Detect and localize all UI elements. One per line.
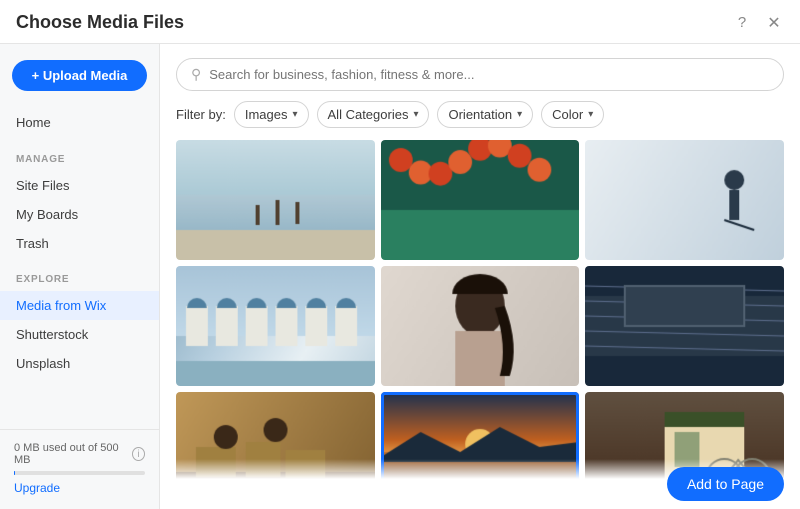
- storage-bar: [14, 471, 145, 475]
- search-bar-container: ⚲: [160, 44, 800, 101]
- filter-images-dropdown[interactable]: Images ▾: [234, 101, 309, 128]
- chevron-down-icon: ▾: [517, 109, 522, 120]
- upload-media-button[interactable]: + Upload Media: [12, 60, 147, 91]
- sidebar-explore-label: EXPLORE: [0, 258, 159, 291]
- image-grid: [160, 140, 800, 509]
- title-bar: Choose Media Files ? ✕: [0, 0, 800, 44]
- storage-info-icon[interactable]: i: [132, 447, 145, 461]
- image-cell[interactable]: [585, 140, 784, 260]
- filter-bar: Filter by: Images ▾ All Categories ▾ Ori…: [160, 101, 800, 140]
- storage-bar-fill: [14, 471, 15, 475]
- chevron-down-icon: ▾: [292, 109, 297, 120]
- page-title: Choose Media Files: [16, 12, 184, 33]
- image-cell[interactable]: [381, 266, 580, 386]
- add-to-page-button[interactable]: Add to Page: [667, 467, 784, 501]
- sidebar-item-my-boards[interactable]: My Boards: [0, 200, 159, 229]
- image-cell[interactable]: [176, 266, 375, 386]
- title-bar-actions: ? ✕: [732, 13, 784, 33]
- image-cell[interactable]: [176, 140, 375, 260]
- sidebar-item-trash[interactable]: Trash: [0, 229, 159, 258]
- sidebar: + Upload Media Home MANAGE Site Files My…: [0, 44, 160, 509]
- upgrade-link[interactable]: Upgrade: [14, 481, 145, 495]
- chevron-down-icon: ▾: [413, 109, 418, 120]
- search-icon: ⚲: [191, 66, 201, 83]
- sidebar-item-site-files[interactable]: Site Files: [0, 171, 159, 200]
- bottom-bar: Add to Page: [160, 459, 800, 509]
- image-cell[interactable]: [381, 140, 580, 260]
- sidebar-manage-label: MANAGE: [0, 138, 159, 171]
- sidebar-footer: 0 MB used out of 500 MB i Upgrade: [0, 429, 159, 509]
- sidebar-item-shutterstock[interactable]: Shutterstock: [0, 320, 159, 349]
- search-input[interactable]: [209, 67, 769, 82]
- sidebar-item-unsplash[interactable]: Unsplash: [0, 349, 159, 378]
- filter-categories-dropdown[interactable]: All Categories ▾: [317, 101, 430, 128]
- content-area: ⚲ Filter by: Images ▾ All Categories ▾ O…: [160, 44, 800, 509]
- sidebar-item-home[interactable]: Home: [0, 107, 159, 138]
- filter-color-dropdown[interactable]: Color ▾: [541, 101, 604, 128]
- chevron-down-icon: ▾: [588, 109, 593, 120]
- close-icon[interactable]: ✕: [764, 13, 784, 33]
- search-bar: ⚲: [176, 58, 784, 91]
- filter-orientation-dropdown[interactable]: Orientation ▾: [437, 101, 533, 128]
- filter-by-label: Filter by:: [176, 107, 226, 122]
- help-icon[interactable]: ?: [732, 13, 752, 33]
- storage-text: 0 MB used out of 500 MB i: [14, 442, 145, 466]
- image-cell[interactable]: [585, 266, 784, 386]
- sidebar-item-media-from-wix[interactable]: Media from Wix: [0, 291, 159, 320]
- main-container: + Upload Media Home MANAGE Site Files My…: [0, 44, 800, 509]
